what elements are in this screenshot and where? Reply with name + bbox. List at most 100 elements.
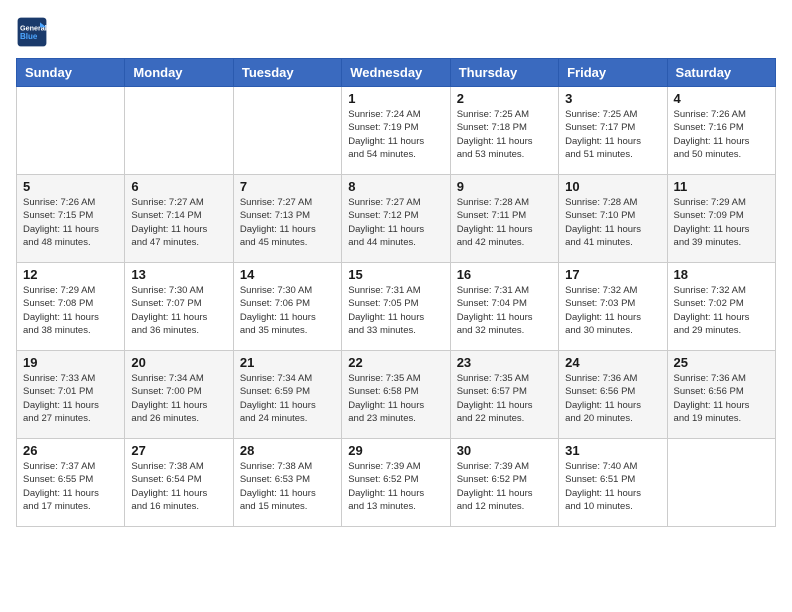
col-header-wednesday: Wednesday xyxy=(342,59,450,87)
day-info: Sunrise: 7:32 AM Sunset: 7:02 PM Dayligh… xyxy=(674,284,769,337)
day-info: Sunrise: 7:36 AM Sunset: 6:56 PM Dayligh… xyxy=(674,372,769,425)
day-number: 6 xyxy=(131,179,226,194)
calendar-empty xyxy=(233,87,341,175)
day-info: Sunrise: 7:27 AM Sunset: 7:13 PM Dayligh… xyxy=(240,196,335,249)
calendar-day-18: 18 Sunrise: 7:32 AM Sunset: 7:02 PM Dayli… xyxy=(667,263,775,351)
day-info: Sunrise: 7:40 AM Sunset: 6:51 PM Dayligh… xyxy=(565,460,660,513)
day-number: 13 xyxy=(131,267,226,282)
calendar-day-5: 5 Sunrise: 7:26 AM Sunset: 7:15 PM Daylig… xyxy=(17,175,125,263)
day-number: 20 xyxy=(131,355,226,370)
calendar-week-row: 1Sunrise: 7:24 AM Sunset: 7:19 PM Daylig… xyxy=(17,87,776,175)
calendar-day-23: 23Sunrise: 7:35 AM Sunset: 6:57 PM Dayli… xyxy=(450,351,558,439)
calendar-day-14: 14 Sunrise: 7:30 AM Sunset: 7:06 PM Dayli… xyxy=(233,263,341,351)
day-number: 2 xyxy=(457,91,552,106)
day-number: 12 xyxy=(23,267,118,282)
calendar-week-row: 26 Sunrise: 7:37 AM Sunset: 6:55 PM Dayli… xyxy=(17,439,776,527)
col-header-monday: Monday xyxy=(125,59,233,87)
day-number: 27 xyxy=(131,443,226,458)
calendar-day-24: 24Sunrise: 7:36 AM Sunset: 6:56 PM Dayli… xyxy=(559,351,667,439)
day-number: 18 xyxy=(674,267,769,282)
day-number: 21 xyxy=(240,355,335,370)
calendar-day-1: 1Sunrise: 7:24 AM Sunset: 7:19 PM Daylig… xyxy=(342,87,450,175)
calendar-day-27: 27 Sunrise: 7:38 AM Sunset: 6:54 PM Dayli… xyxy=(125,439,233,527)
col-header-friday: Friday xyxy=(559,59,667,87)
day-info: Sunrise: 7:30 AM Sunset: 7:07 PM Dayligh… xyxy=(131,284,226,337)
day-number: 29 xyxy=(348,443,443,458)
day-number: 25 xyxy=(674,355,769,370)
col-header-saturday: Saturday xyxy=(667,59,775,87)
calendar-day-2: 2 Sunrise: 7:25 AM Sunset: 7:18 PM Daylig… xyxy=(450,87,558,175)
day-number: 16 xyxy=(457,267,552,282)
day-info: Sunrise: 7:33 AM Sunset: 7:01 PM Dayligh… xyxy=(23,372,118,425)
day-info: Sunrise: 7:34 AM Sunset: 6:59 PM Dayligh… xyxy=(240,372,335,425)
day-info: Sunrise: 7:27 AM Sunset: 7:12 PM Dayligh… xyxy=(348,196,443,249)
calendar-day-8: 8Sunrise: 7:27 AM Sunset: 7:12 PM Daylig… xyxy=(342,175,450,263)
calendar-day-10: 10 Sunrise: 7:28 AM Sunset: 7:10 PM Dayli… xyxy=(559,175,667,263)
col-header-sunday: Sunday xyxy=(17,59,125,87)
day-number: 9 xyxy=(457,179,552,194)
calendar-week-row: 19 Sunrise: 7:33 AM Sunset: 7:01 PM Dayli… xyxy=(17,351,776,439)
day-info: Sunrise: 7:25 AM Sunset: 7:17 PM Dayligh… xyxy=(565,108,660,161)
day-info: Sunrise: 7:27 AM Sunset: 7:14 PM Dayligh… xyxy=(131,196,226,249)
calendar-day-17: 17Sunrise: 7:32 AM Sunset: 7:03 PM Dayli… xyxy=(559,263,667,351)
day-info: Sunrise: 7:34 AM Sunset: 7:00 PM Dayligh… xyxy=(131,372,226,425)
calendar-day-26: 26 Sunrise: 7:37 AM Sunset: 6:55 PM Dayli… xyxy=(17,439,125,527)
day-number: 5 xyxy=(23,179,118,194)
calendar-day-3: 3 Sunrise: 7:25 AM Sunset: 7:17 PM Daylig… xyxy=(559,87,667,175)
day-info: Sunrise: 7:37 AM Sunset: 6:55 PM Dayligh… xyxy=(23,460,118,513)
calendar-week-row: 5 Sunrise: 7:26 AM Sunset: 7:15 PM Daylig… xyxy=(17,175,776,263)
day-info: Sunrise: 7:38 AM Sunset: 6:54 PM Dayligh… xyxy=(131,460,226,513)
day-number: 1 xyxy=(348,91,443,106)
day-number: 24 xyxy=(565,355,660,370)
day-number: 4 xyxy=(674,91,769,106)
day-info: Sunrise: 7:28 AM Sunset: 7:10 PM Dayligh… xyxy=(565,196,660,249)
day-number: 10 xyxy=(565,179,660,194)
calendar-day-22: 22 Sunrise: 7:35 AM Sunset: 6:58 PM Dayli… xyxy=(342,351,450,439)
calendar-day-28: 28Sunrise: 7:38 AM Sunset: 6:53 PM Dayli… xyxy=(233,439,341,527)
calendar-day-9: 9 Sunrise: 7:28 AM Sunset: 7:11 PM Daylig… xyxy=(450,175,558,263)
day-number: 19 xyxy=(23,355,118,370)
calendar-empty xyxy=(17,87,125,175)
day-number: 22 xyxy=(348,355,443,370)
day-number: 26 xyxy=(23,443,118,458)
day-info: Sunrise: 7:31 AM Sunset: 7:05 PM Dayligh… xyxy=(348,284,443,337)
col-header-tuesday: Tuesday xyxy=(233,59,341,87)
day-number: 15 xyxy=(348,267,443,282)
day-info: Sunrise: 7:28 AM Sunset: 7:11 PM Dayligh… xyxy=(457,196,552,249)
day-info: Sunrise: 7:35 AM Sunset: 6:58 PM Dayligh… xyxy=(348,372,443,425)
calendar-day-6: 6 Sunrise: 7:27 AM Sunset: 7:14 PM Daylig… xyxy=(125,175,233,263)
calendar-week-row: 12 Sunrise: 7:29 AM Sunset: 7:08 PM Dayli… xyxy=(17,263,776,351)
calendar-day-30: 30Sunrise: 7:39 AM Sunset: 6:52 PM Dayli… xyxy=(450,439,558,527)
calendar-day-7: 7 Sunrise: 7:27 AM Sunset: 7:13 PM Daylig… xyxy=(233,175,341,263)
calendar-day-31: 31 Sunrise: 7:40 AM Sunset: 6:51 PM Dayli… xyxy=(559,439,667,527)
calendar-day-11: 11Sunrise: 7:29 AM Sunset: 7:09 PM Dayli… xyxy=(667,175,775,263)
day-info: Sunrise: 7:32 AM Sunset: 7:03 PM Dayligh… xyxy=(565,284,660,337)
calendar-day-15: 15 Sunrise: 7:31 AM Sunset: 7:05 PM Dayli… xyxy=(342,263,450,351)
day-info: Sunrise: 7:31 AM Sunset: 7:04 PM Dayligh… xyxy=(457,284,552,337)
day-number: 3 xyxy=(565,91,660,106)
calendar-day-12: 12 Sunrise: 7:29 AM Sunset: 7:08 PM Dayli… xyxy=(17,263,125,351)
calendar-day-25: 25 Sunrise: 7:36 AM Sunset: 6:56 PM Dayli… xyxy=(667,351,775,439)
day-number: 31 xyxy=(565,443,660,458)
day-number: 7 xyxy=(240,179,335,194)
logo: General Blue xyxy=(16,16,48,48)
day-number: 14 xyxy=(240,267,335,282)
page-header: General Blue xyxy=(16,16,776,48)
calendar-day-21: 21 Sunrise: 7:34 AM Sunset: 6:59 PM Dayli… xyxy=(233,351,341,439)
day-info: Sunrise: 7:39 AM Sunset: 6:52 PM Dayligh… xyxy=(457,460,552,513)
calendar-day-16: 16 Sunrise: 7:31 AM Sunset: 7:04 PM Dayli… xyxy=(450,263,558,351)
day-info: Sunrise: 7:30 AM Sunset: 7:06 PM Dayligh… xyxy=(240,284,335,337)
day-info: Sunrise: 7:35 AM Sunset: 6:57 PM Dayligh… xyxy=(457,372,552,425)
calendar-empty xyxy=(667,439,775,527)
day-info: Sunrise: 7:26 AM Sunset: 7:15 PM Dayligh… xyxy=(23,196,118,249)
day-number: 28 xyxy=(240,443,335,458)
day-info: Sunrise: 7:29 AM Sunset: 7:08 PM Dayligh… xyxy=(23,284,118,337)
day-info: Sunrise: 7:25 AM Sunset: 7:18 PM Dayligh… xyxy=(457,108,552,161)
calendar-day-20: 20 Sunrise: 7:34 AM Sunset: 7:00 PM Dayli… xyxy=(125,351,233,439)
day-info: Sunrise: 7:39 AM Sunset: 6:52 PM Dayligh… xyxy=(348,460,443,513)
calendar-header-row: SundayMondayTuesdayWednesdayThursdayFrid… xyxy=(17,59,776,87)
svg-text:Blue: Blue xyxy=(20,32,38,41)
calendar-day-13: 13 Sunrise: 7:30 AM Sunset: 7:07 PM Dayli… xyxy=(125,263,233,351)
calendar-day-29: 29 Sunrise: 7:39 AM Sunset: 6:52 PM Dayli… xyxy=(342,439,450,527)
calendar-day-4: 4Sunrise: 7:26 AM Sunset: 7:16 PM Daylig… xyxy=(667,87,775,175)
